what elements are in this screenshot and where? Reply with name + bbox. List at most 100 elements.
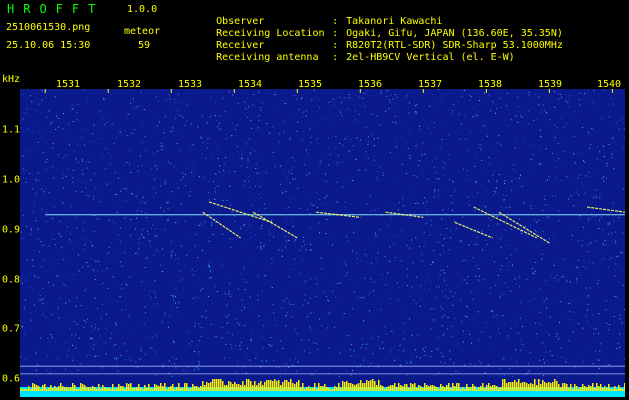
noise-speck (251, 237, 252, 239)
noise-speck (138, 248, 140, 250)
noise-speck (515, 138, 517, 140)
bottom-band-spike (576, 386, 578, 391)
noise-speck (445, 127, 447, 129)
noise-speck (60, 235, 62, 237)
noise-speck (152, 337, 154, 338)
noise-speck (393, 243, 395, 245)
noise-speck (315, 203, 317, 205)
noise-speck (470, 241, 472, 243)
noise-speck (330, 311, 332, 313)
noise-speck (586, 243, 588, 245)
noise-speck (112, 199, 114, 201)
bottom-band-spike (350, 383, 352, 391)
bottom-band-spike (116, 388, 118, 391)
noise-speck (534, 220, 536, 222)
noise-speck (363, 356, 365, 358)
noise-speck (134, 129, 136, 131)
noise-speck (589, 326, 591, 327)
noise-speck (583, 93, 585, 95)
noise-speck (45, 316, 47, 318)
info-key: Observer (216, 16, 265, 27)
noise-speck (165, 231, 167, 233)
noise-speck (602, 243, 604, 245)
noise-speck (397, 183, 398, 185)
noise-speck (472, 196, 474, 198)
noise-speck (149, 290, 151, 292)
noise-speck (115, 322, 117, 324)
noise-speck (164, 137, 166, 139)
noise-speck (177, 301, 179, 302)
noise-speck (271, 258, 273, 260)
noise-speck (558, 338, 560, 340)
noise-speck (201, 153, 203, 155)
noise-speck (197, 257, 199, 258)
noise-speck (360, 259, 362, 261)
noise-speck (111, 346, 113, 348)
noise-speck (429, 234, 431, 236)
noise-speck (290, 166, 292, 168)
noise-speck (149, 349, 151, 351)
bottom-band-spike (182, 388, 184, 391)
noise-speck (489, 248, 491, 250)
noise-speck (412, 229, 414, 231)
noise-speck (499, 97, 501, 99)
noise-speck (346, 272, 348, 274)
noise-speck (285, 315, 287, 317)
noise-speck (480, 184, 481, 186)
noise-speck (591, 128, 593, 130)
bottom-band-spike (46, 389, 48, 391)
noise-speck (374, 209, 376, 211)
bottom-band-spike (424, 383, 426, 391)
noise-speck (419, 245, 421, 247)
noise-speck (42, 314, 43, 316)
noise-speck (565, 269, 567, 271)
noise-speck (546, 298, 547, 300)
noise-speck (512, 264, 513, 266)
noise-speck (575, 279, 577, 281)
noise-speck (335, 136, 337, 138)
noise-speck (344, 262, 346, 263)
noise-speck (135, 252, 137, 254)
bottom-band-spike (366, 380, 368, 391)
noise-speck (106, 122, 108, 124)
noise-speck (186, 104, 188, 106)
noise-speck (312, 205, 314, 207)
bottom-band-spike (488, 383, 490, 391)
noise-speck (184, 264, 186, 266)
noise-speck (461, 321, 463, 323)
noise-speck (484, 125, 486, 127)
noise-speck (326, 181, 328, 182)
noise-speck (119, 261, 121, 263)
noise-speck (480, 331, 482, 333)
noise-speck (295, 370, 297, 372)
bottom-band-spike (168, 387, 170, 391)
noise-speck (381, 297, 382, 299)
bottom-band-spike (160, 383, 162, 391)
noise-speck (274, 94, 276, 96)
noise-speck (234, 171, 235, 172)
noise-speck (328, 120, 330, 122)
noise-speck (555, 280, 557, 282)
noise-speck (22, 237, 24, 239)
noise-speck (449, 178, 451, 180)
bottom-band-spike (346, 381, 348, 391)
noise-speck (42, 287, 44, 289)
noise-speck (506, 375, 508, 377)
noise-speck (219, 262, 221, 264)
noise-speck (474, 181, 476, 183)
noise-speck (502, 357, 504, 359)
noise-speck (248, 138, 250, 140)
noise-speck (152, 224, 154, 226)
noise-speck (222, 91, 224, 93)
noise-speck (442, 335, 444, 337)
noise-speck (304, 125, 306, 127)
noise-speck (481, 260, 482, 262)
noise-speck (75, 190, 77, 192)
bottom-band-spike (360, 380, 362, 391)
noise-speck (576, 191, 578, 193)
noise-speck (60, 220, 61, 222)
bottom-band-spike (240, 385, 242, 391)
noise-speck (479, 222, 481, 223)
y-tick-label: 1.1 (2, 124, 21, 136)
noise-speck (77, 104, 79, 106)
